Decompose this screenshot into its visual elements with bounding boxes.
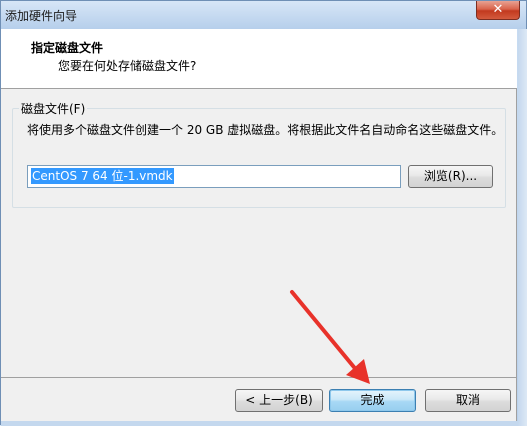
disk-file-description: 将使用多个磁盘文件创建一个 20 GB 虚拟磁盘。将根据此文件名自动命名这些磁盘… [27,123,504,137]
background-window-edge [518,29,527,426]
close-icon: ✕ [492,2,504,17]
browse-button[interactable]: 浏览(R)... [408,165,493,188]
close-button[interactable]: ✕ [476,1,520,20]
page-title: 指定磁盘文件 [31,41,104,55]
disk-file-input[interactable]: CentOS 7 64 位-1.vmdk [27,165,401,188]
window-title: 添加硬件向导 [5,9,78,23]
footer-divider [1,377,517,378]
disk-file-group-label: 磁盘文件(F) [19,100,88,117]
back-button[interactable]: < 上一步(B) [235,389,323,412]
window-bottom-border [1,421,518,426]
disk-file-input-value: CentOS 7 64 位-1.vmdk [31,168,174,184]
title-bar[interactable]: 添加硬件向导 ✕ [1,1,526,29]
add-hardware-wizard-window: 添加硬件向导 ✕ 指定磁盘文件 您要在何处存储磁盘文件? 磁盘文件(F) 将使用… [0,0,527,426]
page-subtitle: 您要在何处存储磁盘文件? [58,59,197,73]
cancel-button[interactable]: 取消 [425,389,511,412]
wizard-client-area: 指定磁盘文件 您要在何处存储磁盘文件? 磁盘文件(F) 将使用多个磁盘文件创建一… [1,29,517,421]
wizard-header: 指定磁盘文件 您要在何处存储磁盘文件? [1,29,517,89]
finish-button[interactable]: 完成 [329,389,416,412]
